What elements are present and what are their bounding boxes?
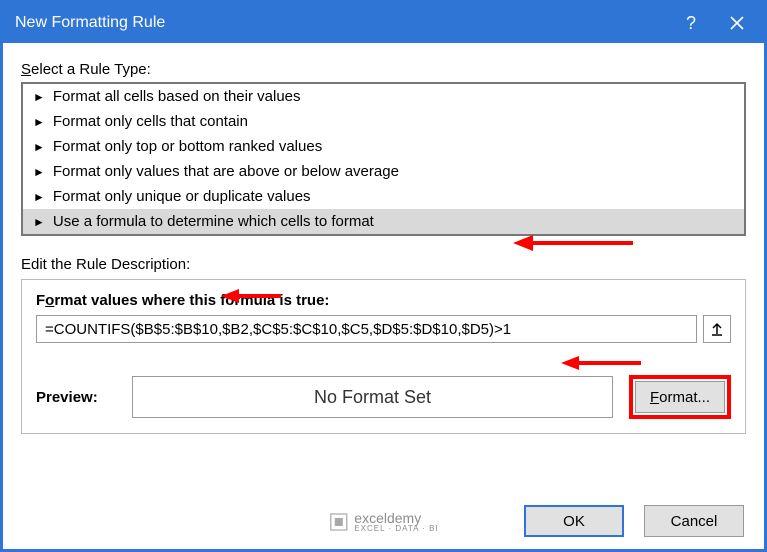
rule-type-item[interactable]: ► Use a formula to determine which cells … <box>23 209 744 234</box>
bullet-icon: ► <box>33 216 45 228</box>
bullet-icon: ► <box>33 116 45 128</box>
rule-type-item[interactable]: ► Format only unique or duplicate values <box>23 184 744 209</box>
ok-button[interactable]: OK <box>524 505 624 537</box>
close-icon <box>730 16 744 30</box>
rule-type-item[interactable]: ► Format only top or bottom ranked values <box>23 134 744 159</box>
close-button[interactable] <box>714 3 760 43</box>
watermark-icon <box>328 512 348 532</box>
rule-type-label: Format only unique or duplicate values <box>53 188 311 205</box>
format-button-highlight: Format... <box>629 375 731 419</box>
dialog-title: New Formatting Rule <box>15 14 668 32</box>
rule-type-label: Format all cells based on their values <box>53 88 301 105</box>
watermark: exceldemy EXCEL · DATA · BI <box>328 511 438 533</box>
rule-type-label: Use a formula to determine which cells t… <box>53 213 374 230</box>
formula-label: Format values where this formula is true… <box>36 292 731 309</box>
collapse-dialog-button[interactable] <box>703 315 731 343</box>
bullet-icon: ► <box>33 166 45 178</box>
rule-type-item[interactable]: ► Format all cells based on their values <box>23 84 744 109</box>
collapse-icon <box>710 322 724 336</box>
rule-type-label: Format only top or bottom ranked values <box>53 138 322 155</box>
titlebar: New Formatting Rule ? <box>3 3 764 43</box>
bullet-icon: ► <box>33 141 45 153</box>
preview-box: No Format Set <box>132 376 613 418</box>
preview-label: Preview: <box>36 389 116 406</box>
cancel-button[interactable]: Cancel <box>644 505 744 537</box>
rule-type-label: Format only values that are above or bel… <box>53 163 399 180</box>
rule-type-item[interactable]: ► Format only values that are above or be… <box>23 159 744 184</box>
rule-type-list[interactable]: ►Format all cells based on their values►… <box>21 82 746 236</box>
edit-rule-description-label: Edit the Rule Description: <box>21 256 746 273</box>
dialog-footer: OK Cancel <box>524 505 744 537</box>
rule-description-group: Format values where this formula is true… <box>21 279 746 434</box>
rule-type-label: Format only cells that contain <box>53 113 248 130</box>
rule-type-item[interactable]: ► Format only cells that contain <box>23 109 744 134</box>
formula-input[interactable] <box>36 315 697 343</box>
bullet-icon: ► <box>33 191 45 203</box>
bullet-icon: ► <box>33 91 45 103</box>
watermark-sub: EXCEL · DATA · BI <box>354 525 438 533</box>
help-button[interactable]: ? <box>668 3 714 43</box>
watermark-name: exceldemy <box>354 511 438 525</box>
select-rule-type-label: Select a Rule Type: <box>21 61 746 78</box>
format-button[interactable]: Format... <box>635 381 725 413</box>
